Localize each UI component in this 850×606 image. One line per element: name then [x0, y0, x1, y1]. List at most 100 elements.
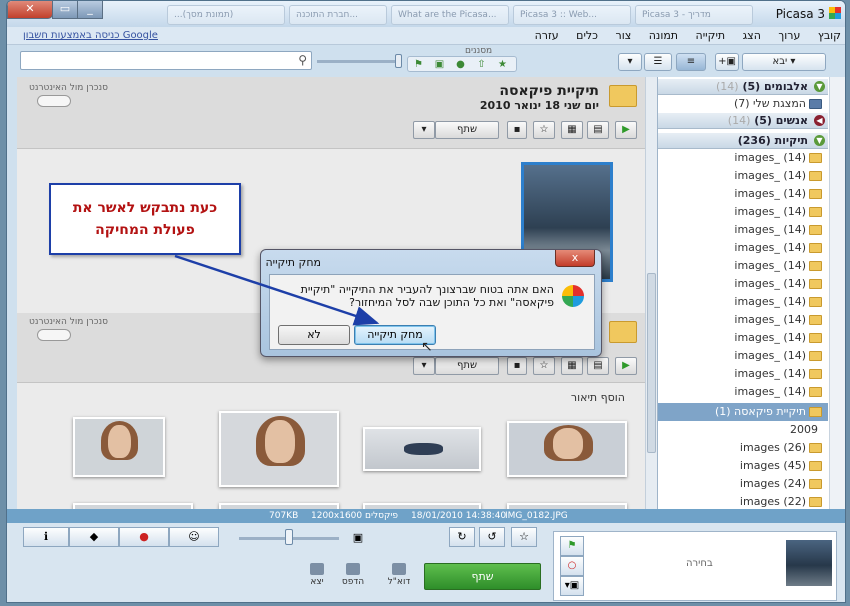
menu-edit[interactable]: ערוך	[778, 29, 800, 42]
folder-icon	[809, 279, 822, 289]
location-pin-icon[interactable]: ●	[119, 527, 169, 547]
menu-folder[interactable]: תיקייה	[696, 29, 726, 42]
star-icon[interactable]: ☆	[511, 527, 537, 547]
folder-icon	[809, 207, 822, 217]
envelope-icon	[392, 563, 406, 575]
albums-header[interactable]: ▼ אלבומים (5) (14)	[658, 79, 828, 95]
clear-tray-icon[interactable]: ○	[560, 556, 584, 576]
status-bar: IMG_0182.JPG 18/01/2010 14:38:40 1200x16…	[7, 509, 845, 523]
folder-row-selected[interactable]: תיקיית פיקאסה (1)	[658, 403, 828, 421]
folder-icon	[609, 321, 637, 343]
folder-icon	[809, 497, 822, 507]
export-action[interactable]: יצא	[297, 563, 337, 587]
add-to-album-button[interactable]: +▣	[715, 53, 739, 71]
folder-icon	[809, 297, 822, 307]
folder-row[interactable]: images_ (14)	[658, 293, 828, 311]
folder-icon	[809, 407, 822, 417]
folder-icon	[809, 461, 822, 471]
folder-row[interactable]: images_ (14)	[658, 383, 828, 401]
folder-icon	[809, 351, 822, 361]
expand-icon[interactable]: ◀	[814, 115, 825, 126]
tag-icon[interactable]: ◆	[69, 527, 119, 547]
lightbox-scrollbar[interactable]	[645, 77, 657, 509]
folder-row[interactable]: images_ (14)	[658, 185, 828, 203]
info-icon[interactable]: ℹ	[23, 527, 69, 547]
menu-picture[interactable]: תמונה	[649, 29, 678, 42]
photo-thumbnail[interactable]	[363, 427, 481, 471]
picasa-logo-icon	[829, 7, 841, 19]
folder-icon	[809, 333, 822, 343]
person-icon[interactable]: ☺	[169, 527, 219, 547]
folder-icon	[809, 225, 822, 235]
folder-row[interactable]: images (45)	[658, 457, 828, 475]
folder-row[interactable]: images_ (14)	[658, 149, 828, 167]
view-dropdown-button[interactable]: ▾	[618, 53, 642, 71]
folder-icon	[809, 153, 822, 163]
scrollbar-thumb[interactable]	[647, 273, 656, 453]
folder-row[interactable]: images_ (14)	[658, 365, 828, 383]
folders-header[interactable]: ▼ תיקיות (236)	[658, 133, 828, 149]
folder-icon	[809, 243, 822, 253]
status-size: 707KB	[269, 511, 299, 521]
share-photos-button[interactable]: שתף	[424, 563, 541, 590]
folder-row[interactable]: images_ (14)	[658, 329, 828, 347]
folder-row[interactable]: images_ (14)	[658, 311, 828, 329]
album-my-show[interactable]: המצגת שלי (7)	[658, 95, 828, 113]
folder-row[interactable]: images (26)	[658, 439, 828, 457]
year-header: 2009	[790, 423, 818, 436]
folder-row[interactable]: images_ (14)	[658, 167, 828, 185]
folder-row[interactable]: images_ (14)	[658, 275, 828, 293]
folder-icon	[809, 189, 822, 199]
play-slideshow-icon[interactable]: ▶	[615, 357, 637, 375]
collapse-icon[interactable]: ▼	[814, 135, 825, 146]
callout-arrow	[174, 254, 380, 326]
folder-icon	[809, 387, 822, 397]
zoom-slider-handle[interactable]	[285, 529, 293, 545]
folder-row[interactable]: images_ (14)	[658, 347, 828, 365]
sidebar-scrollbar[interactable]	[829, 77, 845, 509]
status-filename: IMG_0182.JPG	[505, 511, 568, 521]
export-icon	[310, 563, 324, 575]
app-title: Picasa 3	[775, 7, 825, 21]
add-caption-label[interactable]: הוסף תיאור	[571, 391, 625, 404]
tray-photo-thumbnail[interactable]	[786, 540, 832, 586]
collapse-icon[interactable]: ▼	[814, 81, 825, 92]
slideshow-icon	[809, 99, 822, 109]
play-slideshow-icon[interactable]: ▶	[615, 121, 637, 139]
import-button[interactable]: יבא ▾	[742, 53, 826, 71]
menu-file[interactable]: קובץ	[818, 29, 841, 42]
photo-thumbnail[interactable]	[507, 421, 627, 477]
folder-row[interactable]: images (24)	[658, 475, 828, 493]
arrow-line	[174, 254, 380, 326]
photo-thumbnail[interactable]	[73, 417, 165, 477]
menu-view[interactable]: הצג	[743, 29, 761, 42]
taskbar-ghost-tab: Picasa 3 - מדריך	[635, 5, 753, 25]
list-view-button[interactable]: ≡	[676, 53, 706, 71]
menu-create[interactable]: צור	[616, 29, 632, 42]
email-action[interactable]: דוא"ל	[379, 563, 419, 587]
folder-row[interactable]: images_ (14)	[658, 221, 828, 239]
rotate-left-icon[interactable]: ↺	[479, 527, 505, 547]
photo-view-icon[interactable]: ▣	[347, 529, 369, 549]
sort-button[interactable]: ☰	[644, 53, 672, 71]
folder-row[interactable]: images_ (14)	[658, 257, 828, 275]
folder-row[interactable]: images_ (14)	[658, 239, 828, 257]
folder-row[interactable]: images_ (14)	[658, 203, 828, 221]
pin-tray-icon[interactable]: ⚑	[560, 536, 584, 556]
selection-tray: ⚑ ○ ▾▣ בחירה	[553, 531, 837, 601]
library-sidebar: ▼ אלבומים (5) (14) המצגת שלי (7) ◀ אנשים (…	[657, 77, 845, 509]
status-dimensions: 1200x1600 פיקסלים	[311, 511, 398, 521]
folder-icon	[809, 315, 822, 325]
folder-icon	[809, 443, 822, 453]
folder-icon	[809, 171, 822, 181]
people-header[interactable]: ◀ אנשים (5) (14)	[658, 113, 828, 129]
add-tray-icon[interactable]: ▾▣	[560, 576, 584, 596]
folder-icon	[809, 479, 822, 489]
photo-thumbnail[interactable]	[219, 411, 339, 487]
folder-icon	[809, 261, 822, 271]
import-label: יבא	[772, 56, 788, 67]
rotate-right-icon[interactable]: ↻	[449, 527, 475, 547]
photo-tray-panel: ℹ ◆ ● ☺ ▣ ↻ ↺ ☆ יצא הדפס דוא"ל שתף ⚑ ○ ▾…	[7, 523, 845, 602]
selection-label: בחירה	[686, 558, 713, 569]
print-action[interactable]: הדפס	[333, 563, 373, 587]
